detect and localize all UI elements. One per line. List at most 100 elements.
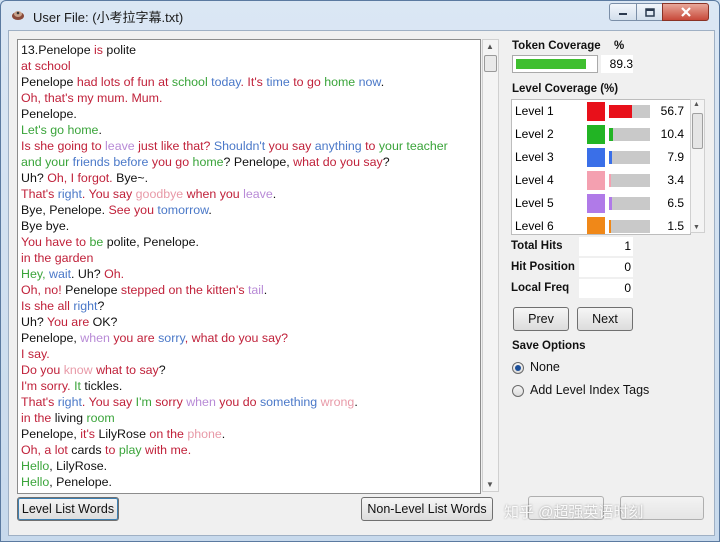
- prev-button[interactable]: Prev: [513, 307, 569, 331]
- maximize-button[interactable]: [636, 3, 663, 21]
- text-segment: you go: [151, 155, 193, 169]
- non-level-list-words-button[interactable]: Non-Level List Words: [361, 497, 493, 521]
- text-segment: school: [171, 75, 212, 89]
- add-level-tags-radio[interactable]: [512, 385, 524, 397]
- save-none-label[interactable]: None: [530, 360, 560, 374]
- level-coverage-bar: [609, 105, 650, 118]
- local-freq-value: 0: [579, 279, 633, 298]
- level-coverage-bar: [609, 151, 650, 164]
- close-button[interactable]: [662, 3, 709, 21]
- app-window: User File: (小考拉字幕.txt) 13.Penelope is po…: [0, 0, 720, 542]
- level-name: Level 5: [515, 196, 554, 210]
- text-segment: Uh?: [21, 315, 47, 329]
- scroll-thumb[interactable]: [484, 55, 497, 72]
- level-coverage-list[interactable]: Level 1 56.7 Level 2 10.4 Level 3 7.9 Level 4 3…: [511, 99, 691, 235]
- text-line: Let's go home.: [21, 122, 448, 138]
- text-segment: tail: [247, 283, 264, 297]
- level-coverage-value: 56.7: [660, 104, 684, 118]
- text-line: That's right. You say goodbye when you l…: [21, 186, 448, 202]
- level-coverage-bar: [609, 174, 650, 187]
- level-coverage-fill: [609, 105, 633, 118]
- text-scrollbar[interactable]: ▲ ▼: [482, 39, 499, 492]
- text-segment: You have to: [21, 235, 90, 249]
- local-freq-label: Local Freq: [511, 282, 570, 294]
- text-segment: sorry: [155, 395, 187, 409]
- level-row[interactable]: Level 5 6.5: [512, 192, 690, 215]
- maximize-icon: [644, 7, 655, 17]
- text-segment: Penelope,: [21, 331, 81, 345]
- save-none-radio[interactable]: [512, 362, 524, 374]
- level-row[interactable]: Level 4 3.4: [512, 169, 690, 192]
- text-lines: 13.Penelope is polite at school Penelope h…: [21, 42, 448, 490]
- level-list-words-button[interactable]: Level List Words: [17, 497, 119, 521]
- text-segment: Is she going to: [21, 139, 106, 153]
- text-segment: .: [380, 75, 385, 89]
- minimize-icon: [619, 13, 627, 15]
- text-segment: Oh.: [104, 267, 125, 281]
- token-coverage-unit: %: [614, 40, 625, 52]
- text-segment: what do you say: [293, 155, 383, 169]
- text-segment: I'm sorry.: [21, 379, 75, 393]
- scroll-up-icon[interactable]: ▲: [693, 101, 700, 108]
- text-segment: . Uh?: [71, 267, 105, 281]
- text-segment: today: [211, 75, 241, 89]
- level-row[interactable]: Level 1 56.7: [512, 100, 690, 123]
- next-button[interactable]: Next: [577, 307, 633, 331]
- text-segment: phone: [187, 427, 222, 441]
- text-line: Penelope had lots of fun at school today…: [21, 74, 448, 90]
- add-level-tags-label[interactable]: Add Level Index Tags: [530, 383, 649, 397]
- text-segment: .: [272, 187, 277, 201]
- scroll-thumb[interactable]: [692, 113, 703, 149]
- text-line: Bye bye.: [21, 218, 448, 234]
- text-segment: .: [354, 395, 358, 409]
- scroll-down-icon[interactable]: ▼: [693, 224, 700, 231]
- text-line: Uh? Oh, I forgot. Bye~.: [21, 170, 448, 186]
- text-line: Penelope, when you are sorry, what do yo…: [21, 330, 448, 346]
- text-segment: , Penelope.: [49, 475, 112, 489]
- level-row[interactable]: Level 6 1.5: [512, 215, 690, 234]
- level-row[interactable]: Level 2 10.4: [512, 123, 690, 146]
- text-segment: friends: [72, 155, 114, 169]
- level-coverage-fill: [609, 220, 611, 233]
- scroll-down-icon[interactable]: ▼: [486, 480, 494, 489]
- text-segment: when you: [186, 187, 244, 201]
- level-color-swatch: [587, 148, 605, 167]
- text-segment: you do: [219, 395, 260, 409]
- text-segment: .: [221, 427, 226, 441]
- text-line: in the living room: [21, 410, 448, 426]
- minimize-button[interactable]: [609, 3, 637, 21]
- level-coverage-bar: [609, 128, 650, 141]
- text-segment: ?: [97, 299, 105, 313]
- level-name: Level 2: [515, 127, 554, 141]
- text-segment: Bye bye.: [21, 219, 70, 233]
- token-coverage-bar: [512, 55, 598, 73]
- text-segment: something: [259, 395, 321, 409]
- text-segment: Penelope: [21, 75, 77, 89]
- text-line: and your friends before you go home? Pen…: [21, 154, 448, 170]
- level-name: Level 4: [515, 173, 554, 187]
- text-segment: had lots of fun at: [76, 75, 172, 89]
- level-coverage-fill: [609, 151, 613, 164]
- text-line: in the garden: [21, 250, 448, 266]
- hit-position-value: 0: [579, 258, 633, 277]
- text-segment: stepped on the kitten's: [120, 283, 248, 297]
- scroll-up-icon[interactable]: ▲: [486, 42, 494, 51]
- app-icon: [12, 11, 24, 20]
- text-line: I'm sorry. It tickles.: [21, 378, 448, 394]
- text-segment: Penelope,: [21, 427, 81, 441]
- level-coverage-fill: [609, 128, 614, 141]
- text-segment: right: [57, 187, 82, 201]
- text-line: You have to be polite, Penelope.: [21, 234, 448, 250]
- text-segment: Penelope.: [21, 107, 77, 121]
- title-bar[interactable]: User File: (小考拉字幕.txt): [1, 1, 719, 29]
- level-row[interactable]: Level 3 7.9: [512, 146, 690, 169]
- text-segment: Penelope: [65, 283, 121, 297]
- level-list-scrollbar[interactable]: ▲ ▼: [690, 99, 705, 233]
- text-segment: leave: [105, 139, 139, 153]
- text-segment: Hello: [21, 475, 50, 489]
- text-segment: now: [358, 75, 381, 89]
- text-segment: Oh, I forgot.: [47, 171, 117, 185]
- text-segment: polite, Penelope.: [106, 235, 200, 249]
- subtitle-text-area[interactable]: 13.Penelope is polite at school Penelope h…: [17, 39, 481, 494]
- level-coverage-bar: [609, 197, 650, 210]
